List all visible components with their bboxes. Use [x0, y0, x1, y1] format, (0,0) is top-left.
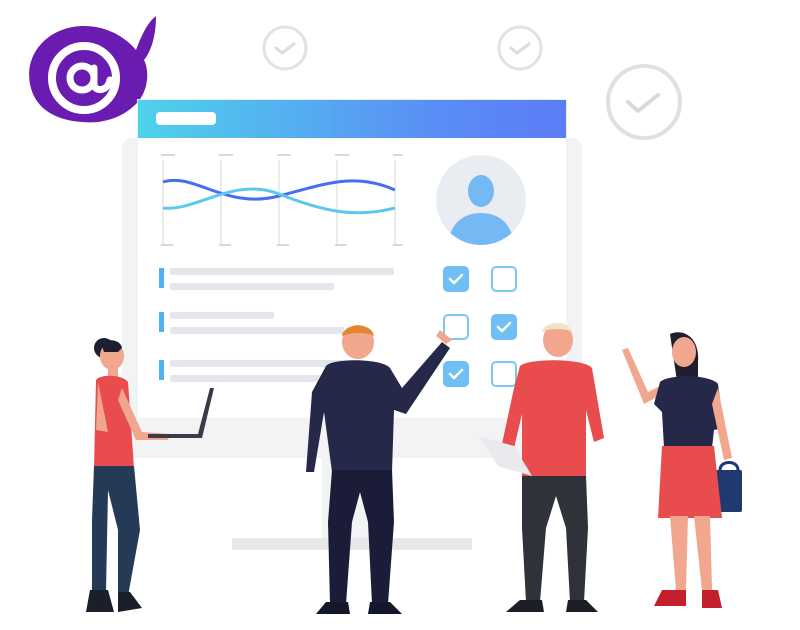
check-circle-icon	[262, 25, 308, 71]
checkbox-unchecked[interactable]	[491, 266, 517, 292]
check-circle-icon	[606, 64, 682, 140]
user-silhouette-icon	[448, 175, 514, 245]
list-row-line	[170, 312, 274, 319]
list-row-line	[170, 268, 394, 275]
user-avatar	[436, 155, 526, 245]
header-title-placeholder	[156, 112, 216, 125]
check-circle-icon	[497, 25, 543, 71]
checkbox-checked[interactable]	[443, 266, 469, 292]
woman-with-bag-figure	[622, 332, 742, 608]
list-row-marker	[159, 268, 164, 288]
wave-chart	[161, 154, 403, 246]
checkmark-icon	[448, 273, 464, 285]
man-in-suit-figure	[306, 325, 452, 614]
man-with-folder-figure	[478, 323, 604, 612]
screen-header-bar	[138, 100, 566, 138]
list-row-marker	[159, 312, 164, 332]
woman-with-laptop-figure	[86, 338, 214, 612]
list-row-line	[170, 283, 334, 290]
illustration-scene	[0, 0, 800, 630]
